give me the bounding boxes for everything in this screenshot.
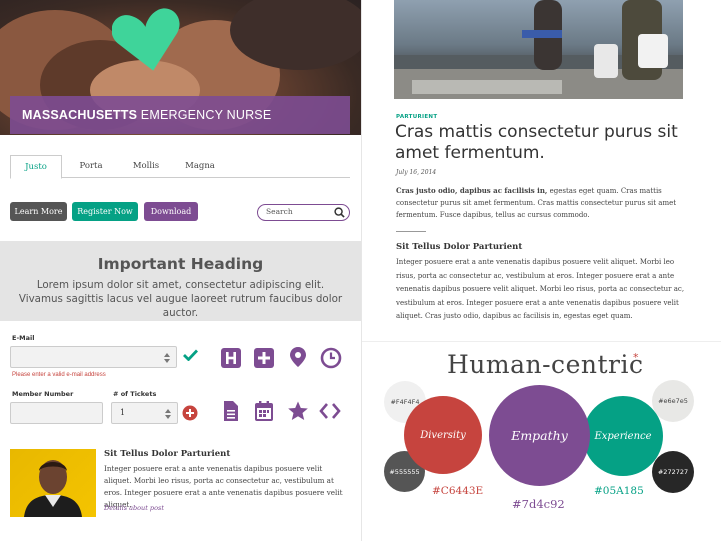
- experience-circle: Experience: [583, 396, 663, 476]
- download-button[interactable]: Download: [144, 202, 198, 221]
- article-title: Cras mattis consectetur purus sit amet f…: [395, 122, 678, 163]
- author-photo: [10, 449, 96, 517]
- chip-label-light2: #e6e7e5: [658, 397, 688, 405]
- org-banner: MASSACHUSETTS EMERGENCY NURSE ASSOCIATIO…: [10, 96, 350, 134]
- calendar-icon: [255, 401, 273, 421]
- chip-label-dark1: #555555: [389, 467, 420, 476]
- chevron-updown-icon: [164, 353, 170, 363]
- search-placeholder: Search: [266, 207, 293, 216]
- diversity-circle: Diversity: [404, 396, 482, 474]
- bio-heading: Sit Tellus Dolor Parturient: [104, 449, 231, 459]
- hospital-icon: [221, 348, 241, 368]
- article-photo: [394, 0, 683, 99]
- empathy-label: Empathy: [511, 428, 568, 443]
- hex-experience: #05A185: [594, 485, 644, 497]
- tab-mollis[interactable]: Mollis: [120, 155, 172, 178]
- hex-diversity: #C6443E: [432, 485, 484, 497]
- right-panel: PARTURIENT Cras mattis consectetur purus…: [362, 0, 721, 541]
- experience-label: Experience: [594, 430, 652, 442]
- check-icon: [183, 349, 198, 361]
- search-icon[interactable]: [334, 207, 345, 218]
- brand-asterisk: *: [633, 351, 639, 364]
- tickets-value: 1: [120, 408, 126, 417]
- left-panel: MASSACHUSETTS EMERGENCY NURSE ASSOCIATIO…: [0, 0, 361, 541]
- email-label: E-Mail: [12, 334, 35, 342]
- color-chip-light2: #e6e7e5: [652, 380, 694, 422]
- tab-magna[interactable]: Magna: [176, 155, 224, 178]
- paper-heart-icon: [112, 8, 180, 71]
- important-callout: Important Heading Lorem ipsum dolor sit …: [0, 241, 361, 321]
- hex-empathy: #7d4c92: [512, 497, 565, 511]
- color-chip-dark2: #272727: [652, 451, 694, 493]
- learn-more-button[interactable]: Learn More: [10, 202, 67, 221]
- location-pin-icon: [290, 347, 306, 367]
- clock-icon: [320, 347, 342, 369]
- tickets-select[interactable]: 1: [111, 402, 178, 424]
- star-icon: [288, 401, 308, 420]
- org-name-bold: MASSACHUSETTS: [22, 108, 138, 122]
- tickets-label: # of Tickets: [113, 390, 157, 398]
- brand-title: Human-centric: [447, 350, 644, 379]
- article-lead: Cras justo odio, dapibus ac facilisis in…: [396, 185, 691, 221]
- email-error: Please enter a valid e-mail address: [12, 372, 106, 378]
- document-icon: [224, 401, 238, 421]
- diversity-label: Diversity: [420, 429, 466, 441]
- article-subheading: Sit Tellus Dolor Parturient: [396, 242, 523, 252]
- add-circle-icon[interactable]: [182, 405, 198, 421]
- chevron-updown-icon: [165, 409, 171, 419]
- tab-bar: Justo Porta Mollis Magna: [10, 155, 350, 179]
- search-input[interactable]: Search: [257, 204, 350, 221]
- article-body: Integer posuere erat a ante venenatis da…: [396, 258, 685, 320]
- tab-porta[interactable]: Porta: [68, 155, 114, 178]
- email-field[interactable]: [10, 346, 177, 368]
- code-icon: [319, 403, 341, 419]
- chip-label-dark2: #272727: [657, 468, 689, 476]
- article-kicker: PARTURIENT: [396, 114, 438, 120]
- divider: [396, 231, 426, 232]
- member-number-label: Member Number: [12, 390, 74, 398]
- important-body: Lorem ipsum dolor sit amet, consectetur …: [18, 279, 343, 319]
- important-heading: Important Heading: [97, 255, 264, 273]
- details-link[interactable]: Details about post: [104, 504, 164, 512]
- empathy-circle: Empathy: [489, 385, 590, 486]
- article-date: July 16, 2014: [396, 169, 437, 176]
- member-number-field[interactable]: [10, 402, 103, 424]
- chip-label-light1: #F4F4F4: [390, 398, 420, 406]
- tab-justo[interactable]: Justo: [10, 155, 62, 179]
- register-now-button[interactable]: Register Now: [72, 202, 138, 221]
- hero-image: MASSACHUSETTS EMERGENCY NURSE ASSOCIATIO…: [0, 0, 361, 135]
- article-lead-bold: Cras justo odio, dapibus ac facilisis in…: [396, 186, 548, 195]
- plus-icon: [254, 348, 274, 368]
